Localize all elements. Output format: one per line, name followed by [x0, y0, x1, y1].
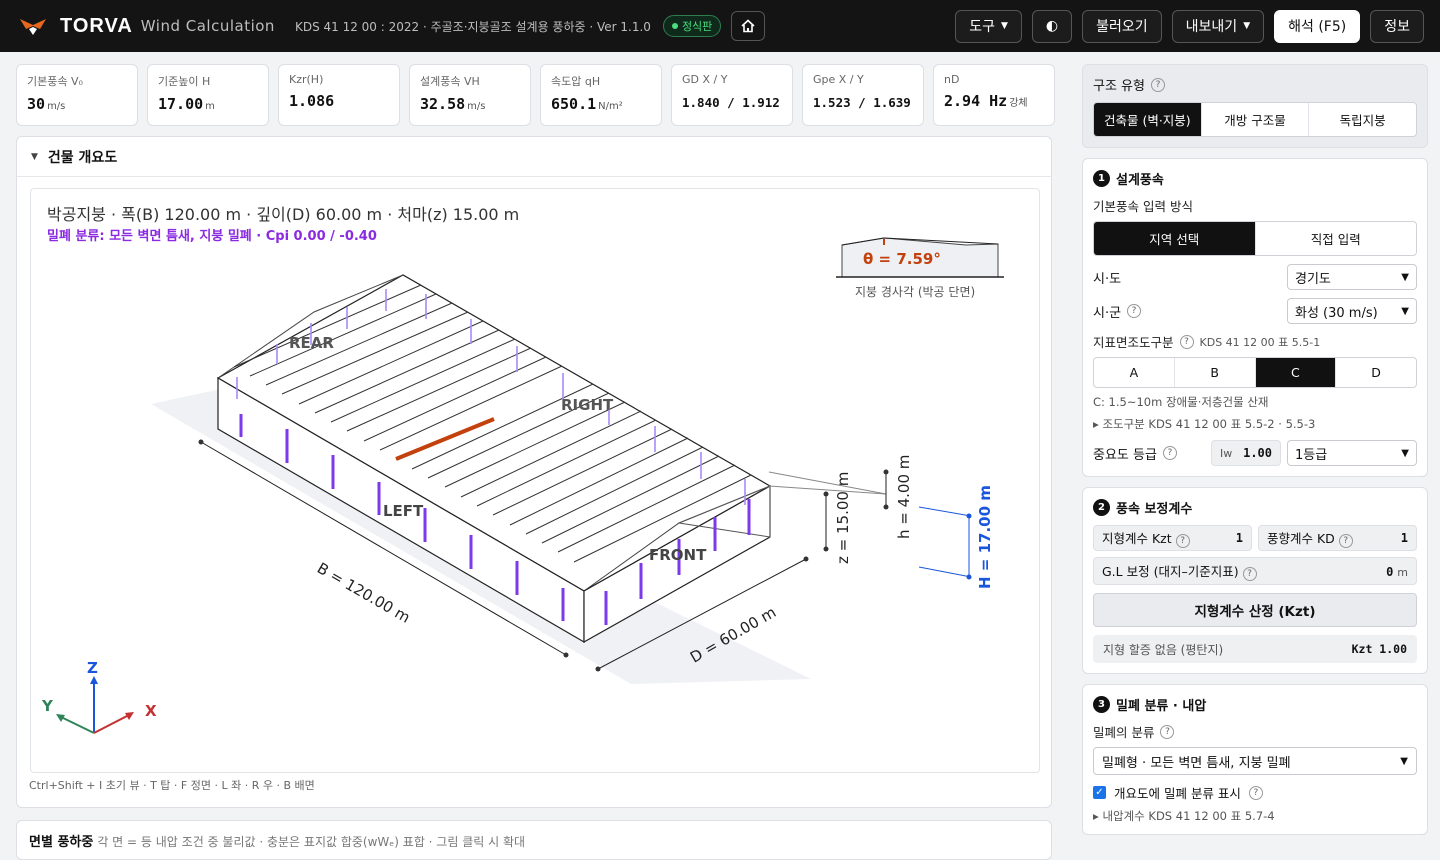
collapse-triangle-icon: ▼ [31, 151, 38, 162]
caret-down-icon: ▼ [1001, 21, 1008, 31]
torva-logo [18, 15, 48, 37]
structure-type-card: 구조 유형? 건축물 (벽·지붕) 개방 구조물 독립지붕 [1082, 64, 1428, 148]
roof-angle-caption: 지붕 경사각 (박공 단면) [855, 285, 976, 299]
help-icon[interactable]: ? [1150, 77, 1165, 92]
metric-card: nD 2.94 Hz 강체 [933, 64, 1055, 126]
sigun-select[interactable]: 화성 (30 m/s) ▼ [1287, 298, 1417, 324]
building-drawing [56, 237, 1004, 734]
face-label-right: RIGHT [561, 396, 614, 414]
metric-card: GD X / Y 1.840 / 1.912 [671, 64, 793, 126]
axis-gizmo [56, 676, 134, 734]
axis-label-y: Y [42, 697, 53, 715]
home-icon [741, 19, 755, 33]
help-icon[interactable]: ? [1160, 724, 1175, 739]
kzt-info: 지형 할증 없음 (평탄지) Kzt 1.00 [1093, 635, 1417, 663]
help-icon[interactable]: ? [1162, 446, 1177, 460]
top-bar: TORVA Wind Calculation KDS 41 12 00 : 20… [0, 0, 1440, 52]
chevron-down-icon: ▼ [1401, 305, 1409, 317]
type-building[interactable]: 건축물 (벽·지붕) [1094, 103, 1202, 136]
export-menu-button[interactable]: 내보내기 ▼ [1171, 9, 1265, 43]
input-method-selector: 지역 선택 직접 입력 [1093, 221, 1417, 256]
cpi-expander[interactable]: ▸ 내압계수 KDS 41 12 00 표 5.7-4 [1093, 808, 1417, 824]
metric-card: 설계풍속 VH 32.58 m/s [409, 64, 531, 126]
sido-select[interactable]: 경기도 ▼ [1287, 264, 1417, 290]
brand-name: TORVA [60, 14, 133, 37]
chevron-down-icon: ▼ [1400, 755, 1408, 767]
face-label-left: LEFT [383, 502, 424, 520]
metric-cards: 기본풍속 V₀ 30 m/s 기준높이 H 17.00 m Kzr(H) 1.086 설계… [16, 64, 1055, 126]
face-wind-load-panel: 면별 풍하중 각 면 = 등 내압 조건 중 불리값 · 충분은 표지값 합중(w… [16, 820, 1052, 860]
enclosure-card: 3 밀폐 분류 · 내압 밀폐의 분류? 밀폐형 · 모든 벽면 틈새, 지붕 밀… [1082, 684, 1428, 835]
building-overview-panel: ▼ 건물 개요도 박공지붕 · 폭(B) 120.00 m · 깊이(D) 60.… [16, 136, 1052, 808]
show-enclosure-checkbox[interactable]: ✓ 개요도에 밀폐 분류 표시? [1093, 783, 1417, 802]
help-icon[interactable]: ? [1179, 334, 1194, 349]
help-icon[interactable]: ? [1248, 785, 1263, 800]
home-button[interactable] [731, 11, 766, 41]
type-freestanding-roof[interactable]: 독립지붕 [1309, 103, 1416, 136]
analyze-button[interactable]: 해석 (F5) [1274, 9, 1361, 43]
axis-label-z: Z [87, 659, 98, 677]
contrast-icon: ◐ [1045, 18, 1059, 34]
design-wind-card: 1 설계풍속 기본풍속 입력 방식 지역 선택 직접 입력 시·도 경기도 ▼ 시·군… [1082, 158, 1428, 477]
type-open-structure[interactable]: 개방 구조물 [1202, 103, 1310, 136]
building-3d-canvas[interactable]: 박공지붕 · 폭(B) 120.00 m · 깊이(D) 60.00 m · 처… [30, 188, 1040, 773]
brand-subtitle: Wind Calculation [140, 17, 275, 35]
roughness-d[interactable]: D [1336, 358, 1416, 387]
importance-select[interactable]: 1등급 ▼ [1287, 440, 1417, 466]
info-button[interactable]: 정보 [1370, 9, 1424, 43]
face-label-rear: REAR [289, 334, 334, 352]
roughness-selector: A B C D [1093, 357, 1417, 388]
overview-header[interactable]: ▼ 건물 개요도 [17, 137, 1051, 177]
kd-field[interactable]: 풍향계수 KD ? 1 [1258, 525, 1417, 551]
metric-card: Kzr(H) 1.086 [278, 64, 400, 126]
dim-label-height: H = 17.00 m [976, 485, 994, 589]
roughness-expander[interactable]: ▸ 조도구분 KDS 41 12 00 표 5.5-2 · 5.5-3 [1093, 416, 1417, 432]
method-direct[interactable]: 직접 입력 [1256, 222, 1417, 255]
method-region[interactable]: 지역 선택 [1094, 222, 1256, 255]
metric-card: Gpe X / Y 1.523 / 1.639 [802, 64, 924, 126]
status-dot-icon [671, 23, 678, 29]
help-icon[interactable]: ? [1127, 304, 1142, 318]
chevron-down-icon: ▼ [1401, 447, 1409, 459]
dim-label-z: z = 15.00 m [834, 471, 852, 564]
structure-type-selector: 건축물 (벽·지붕) 개방 구조물 독립지붕 [1093, 102, 1417, 137]
settings-sidebar: 구조 유형? 건축물 (벽·지붕) 개방 구조물 독립지붕 1 설계풍속 기본풍속… [1082, 64, 1428, 845]
caret-down-icon: ▼ [1243, 21, 1251, 31]
roof-angle-label: θ = 7.59° [863, 250, 941, 268]
load-button[interactable]: 불러오기 [1082, 9, 1162, 43]
chevron-down-icon: ▼ [1401, 271, 1409, 283]
kzt-field[interactable]: 지형계수 Kzt ? 1 [1093, 525, 1252, 551]
metric-card: 기준높이 H 17.00 m [147, 64, 269, 126]
dim-label-h: h = 4.00 m [895, 454, 913, 539]
check-icon: ✓ [1093, 786, 1106, 799]
metric-card: 속도압 qH 650.1 N/m² [540, 64, 662, 126]
kzt-calc-button[interactable]: 지형계수 산정 (Kzt) [1093, 593, 1417, 627]
roughness-c[interactable]: C [1255, 358, 1337, 387]
tools-menu-button[interactable]: 도구 ▼ [955, 9, 1022, 43]
roughness-b[interactable]: B [1175, 358, 1256, 387]
keyboard-hint: Ctrl+Shift + I 초기 뷰 · T 탑 · F 정면 · L 좌 ·… [29, 779, 315, 792]
metric-card: 기본풍속 V₀ 30 m/s [16, 64, 138, 126]
gl-correction-field[interactable]: G.L 보정 (대지–기준지표) ? 0 m [1093, 557, 1417, 585]
standard-label: KDS 41 12 00 : 2022 · 주골조·지붕골조 설계용 풍하중 ·… [294, 19, 651, 34]
enclosure-select[interactable]: 밀폐형 · 모든 벽면 틈새, 지붕 밀폐 ▼ [1093, 747, 1417, 775]
axis-label-x: X [145, 702, 157, 720]
license-badge: 정식판 [662, 15, 722, 37]
roughness-a[interactable]: A [1094, 358, 1175, 387]
wind-factor-card: 2 풍속 보정계수 지형계수 Kzt ? 1 풍향계수 KD ? 1 G.L 보정 (… [1082, 487, 1428, 674]
theme-toggle-button[interactable]: ◐ [1031, 9, 1073, 43]
face-label-front: FRONT [649, 546, 707, 564]
